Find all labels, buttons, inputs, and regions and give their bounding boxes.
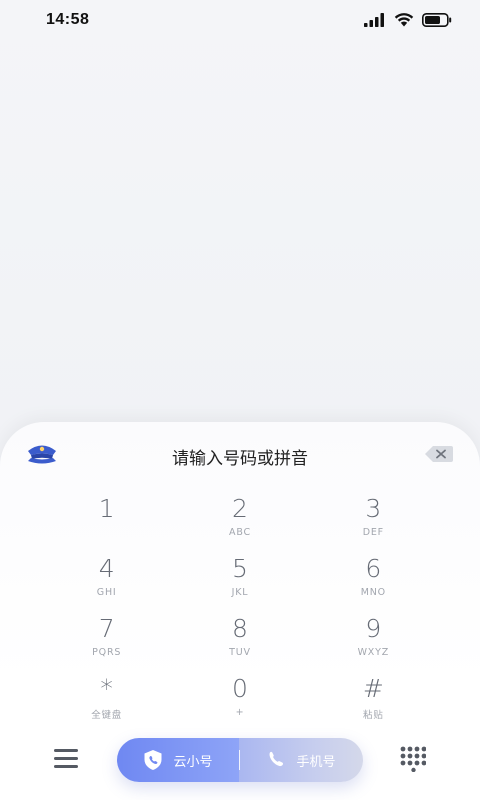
keypad-dots-icon[interactable]: [400, 746, 426, 772]
signal-icon: [364, 12, 384, 27]
status-bar: 14:58: [0, 0, 480, 40]
pill-divider: [239, 750, 240, 770]
key-letters: WXYZ: [357, 647, 390, 658]
key-letters: ABC: [229, 527, 251, 538]
number-input[interactable]: 请输入号码或拼音: [0, 444, 480, 469]
keypad: 1 2 ABC 3 DEF 4 GHI 5 JKL 6 MNO 7 PQRS 8…: [40, 494, 440, 734]
wifi-icon: [394, 13, 414, 27]
call-button-group: 云小号 手机号: [117, 738, 363, 782]
key-letters: MNO: [360, 587, 386, 598]
key-star[interactable]: * 全键盘: [40, 674, 173, 734]
key-letters: GHI: [96, 587, 117, 598]
key-letters: JKL: [231, 587, 249, 598]
key-1[interactable]: 1: [40, 494, 173, 554]
status-time: 14:58: [46, 11, 90, 28]
key-digit: #: [362, 674, 384, 703]
backspace-icon[interactable]: [424, 444, 454, 464]
key-hash[interactable]: # 粘贴: [307, 674, 440, 734]
cloud-number-label: 云小号: [173, 754, 213, 770]
key-2[interactable]: 2 ABC: [173, 494, 306, 554]
key-3[interactable]: 3 DEF: [307, 494, 440, 554]
cloud-number-call-button[interactable]: 云小号: [117, 738, 239, 782]
status-icons: [364, 12, 452, 27]
key-digit: 9: [365, 614, 382, 643]
key-digit: 1: [98, 494, 115, 523]
hamburger-menu-icon[interactable]: [54, 749, 80, 771]
key-0[interactable]: 0 +: [173, 674, 306, 734]
mobile-number-call-button[interactable]: 手机号: [239, 738, 363, 782]
key-4[interactable]: 4 GHI: [40, 554, 173, 614]
battery-icon: [422, 12, 452, 27]
key-letters: 粘贴: [363, 710, 384, 721]
key-5[interactable]: 5 JKL: [173, 554, 306, 614]
key-digit: 3: [365, 494, 382, 523]
key-digit: 4: [98, 554, 115, 583]
mobile-number-label: 手机号: [296, 754, 336, 770]
key-letters: +: [235, 707, 245, 718]
key-digit: 7: [98, 614, 115, 643]
key-8[interactable]: 8 TUV: [173, 614, 306, 674]
key-digit: 6: [365, 554, 382, 583]
key-letters: PQRS: [92, 647, 122, 658]
phone-icon: [270, 751, 284, 767]
key-7[interactable]: 7 PQRS: [40, 614, 173, 674]
shield-phone-icon: [144, 750, 162, 770]
key-digit: 5: [232, 554, 248, 583]
key-digit: 8: [232, 614, 248, 643]
key-digit: *: [100, 674, 113, 703]
key-letters: DEF: [362, 527, 384, 538]
key-digit: 2: [232, 494, 248, 523]
key-letters: 全键盘: [91, 710, 123, 721]
key-9[interactable]: 9 WXYZ: [307, 614, 440, 674]
dialer-screen: 14:58 请输入号码或拼音 1 2 ABC 3 DEF 4 GHI 5 JKL…: [0, 0, 480, 800]
key-digit: 0: [232, 674, 248, 703]
key-6[interactable]: 6 MNO: [307, 554, 440, 614]
key-letters: TUV: [229, 647, 251, 658]
bottom-action-bar: 云小号 手机号: [0, 738, 480, 782]
dial-input-bar: 请输入号码或拼音: [0, 436, 480, 472]
